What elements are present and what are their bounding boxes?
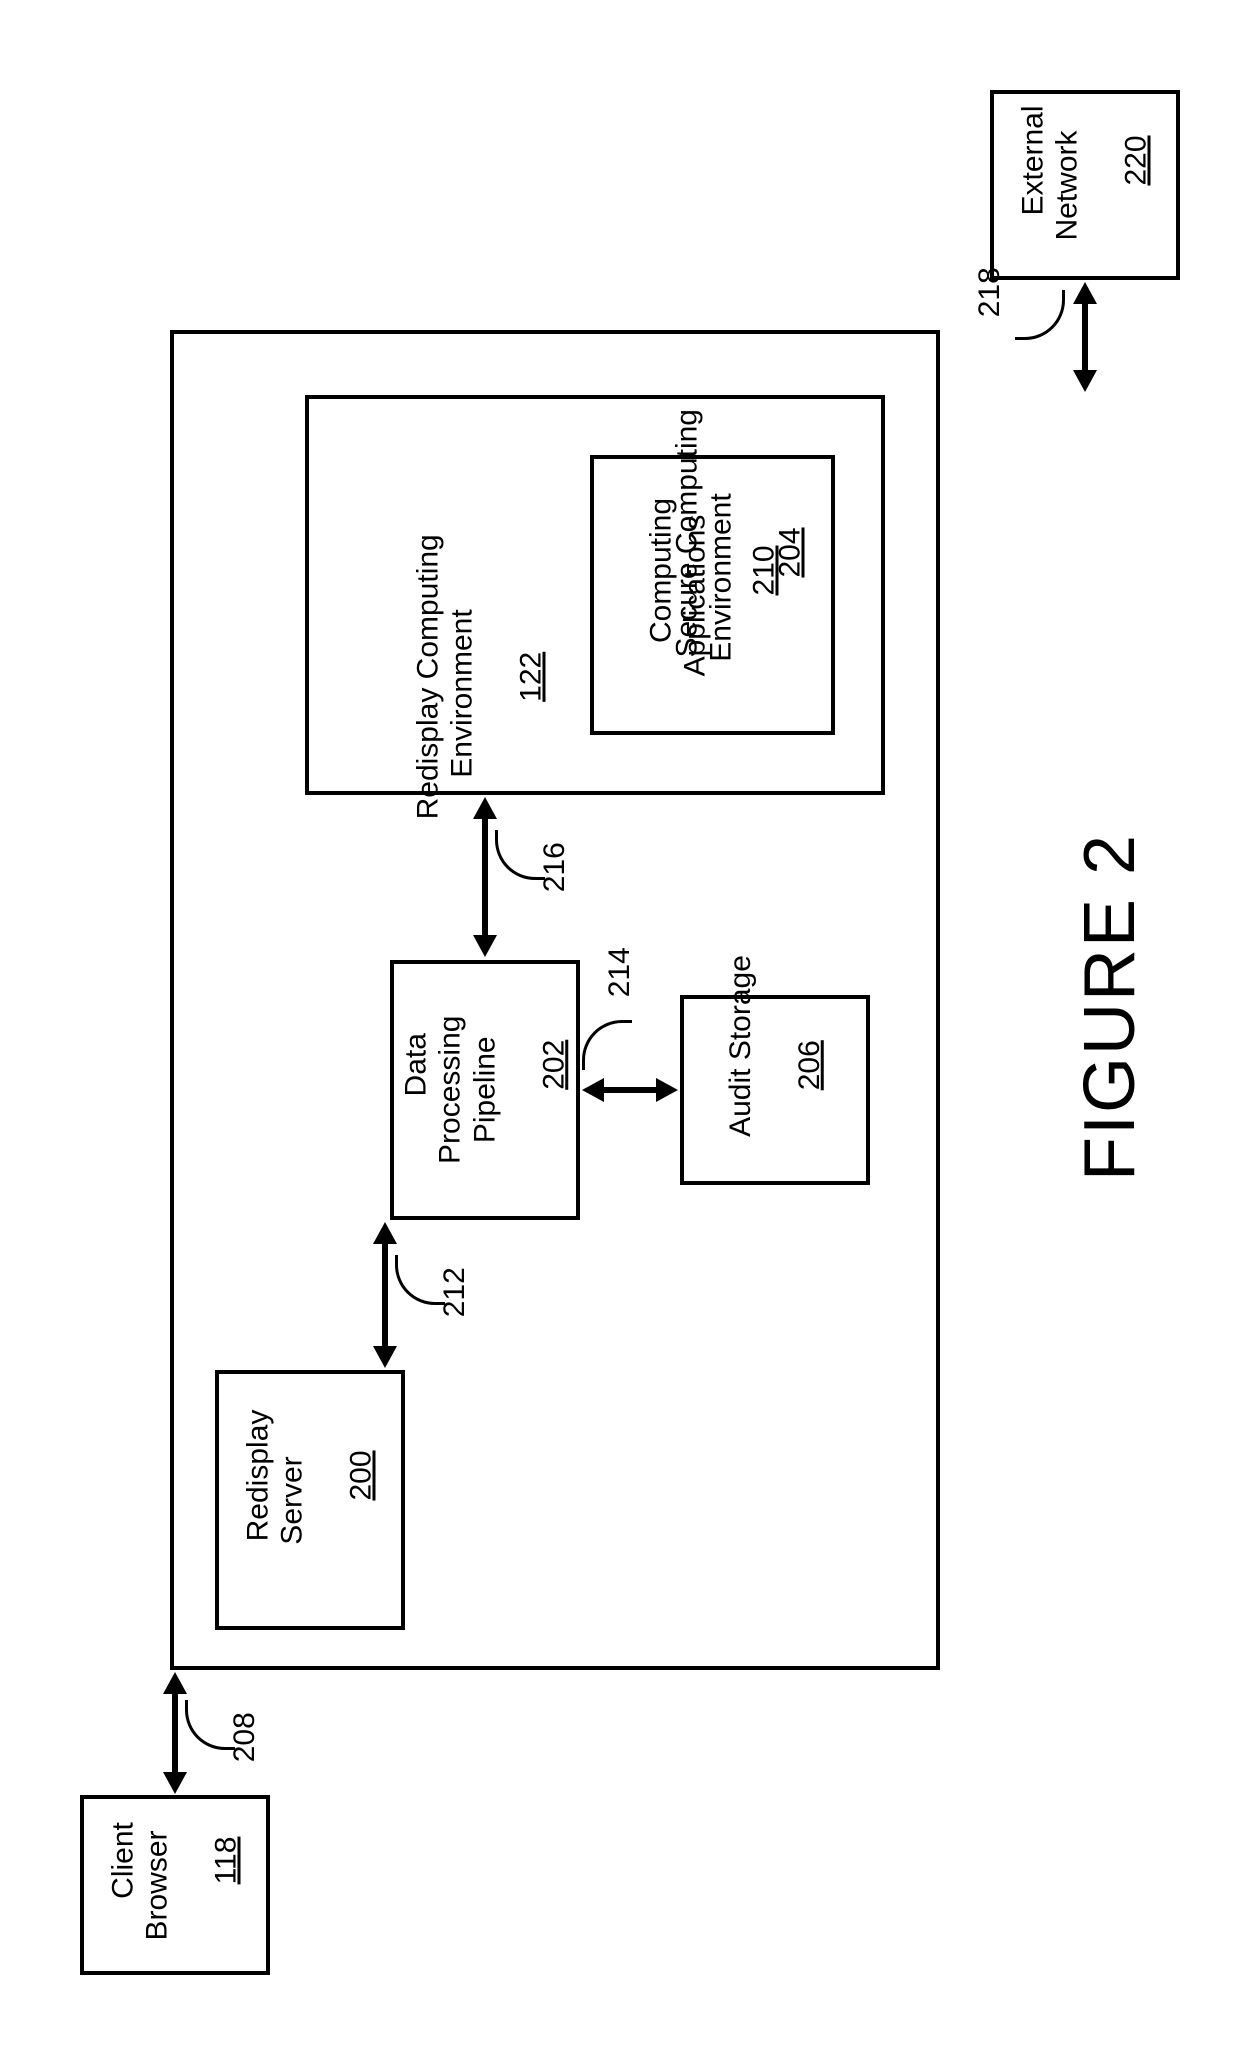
audit-storage-box: Audit Storage 206: [680, 995, 870, 1185]
connector-214-label: 214: [603, 942, 638, 1002]
connector-216-label: 216: [538, 837, 573, 897]
figure-caption: FIGURE 2: [1069, 821, 1151, 1181]
connector-208-label: 208: [228, 1707, 263, 1767]
connector-218-label: 218: [973, 262, 1008, 322]
connector-208-head-down: [163, 1772, 187, 1794]
computing-applications-box: Computing Applications 210: [590, 455, 835, 735]
redisplay-server-box: Redisplay Server 200: [215, 1370, 405, 1630]
connector-218-head-down: [1073, 370, 1097, 392]
connector-214-head-left: [582, 1078, 604, 1102]
connector-216-head-up: [473, 797, 497, 819]
connector-214-line: [602, 1087, 658, 1093]
connector-208-line: [172, 1692, 178, 1774]
connector-214-head-right: [656, 1078, 678, 1102]
connector-208-head-up: [163, 1672, 187, 1694]
client-browser-box: Client Browser 118: [80, 1795, 270, 1975]
connector-218-head-up: [1073, 282, 1097, 304]
external-network-box: External Network 220: [990, 90, 1180, 280]
data-processing-pipeline-box: Data Processing Pipeline 202: [390, 960, 580, 1220]
connector-212-line: [382, 1242, 388, 1348]
connector-216-line: [482, 817, 488, 937]
connector-212-label: 212: [438, 1262, 473, 1322]
connector-212-head-down: [373, 1346, 397, 1368]
connector-212-head-up: [373, 1222, 397, 1244]
connector-218-callout: [1015, 290, 1065, 340]
connector-218-line: [1082, 302, 1088, 372]
diagram-canvas: Redisplay Computing Environment 122 Clie…: [0, 0, 1240, 2066]
connector-216-head-down: [473, 935, 497, 957]
